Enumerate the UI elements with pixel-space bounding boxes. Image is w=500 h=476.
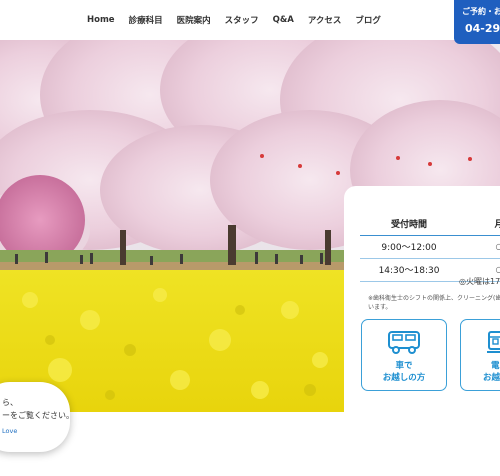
closed-day-note: ◎火曜は17 xyxy=(459,277,500,286)
reservation-box[interactable]: ご予約・お 04-29 xyxy=(454,0,500,44)
reservation-label: ご予約・お xyxy=(462,7,500,16)
nav-blog[interactable]: ブログ xyxy=(348,14,388,26)
chat-bubble[interactable]: ら、 ーをご覧ください。 Love xyxy=(0,382,74,452)
nav-clinic-info[interactable]: 医院案内 xyxy=(170,14,218,26)
hours-table: 受付時間 月 9:00〜12:00 ○ 14:30〜18:30 ○ xyxy=(360,212,500,282)
hours-header-monday: 月 xyxy=(458,212,500,236)
nav-staff[interactable]: スタッフ xyxy=(218,14,266,26)
nav-departments[interactable]: 診療科目 xyxy=(122,14,170,26)
chat-line-2: ーをご覧ください。 xyxy=(2,411,74,420)
train-access-label-1: 電 xyxy=(491,361,500,371)
car-access-button[interactable]: 車で お越しの方 xyxy=(361,319,447,391)
car-icon xyxy=(388,331,420,354)
main-nav: Home 診療科目 医院案内 スタッフ Q&A アクセス ブログ xyxy=(80,0,388,40)
hygienist-note-line1: ※歯科衛生士のシフトの関係上、クリーニング(歯石の xyxy=(368,295,500,302)
train-access-button[interactable]: 電 お越 xyxy=(460,319,500,391)
reservation-phone-number: 04-29 xyxy=(465,22,500,35)
chat-line-1: ら、 xyxy=(2,398,18,407)
train-access-label-2: お越 xyxy=(483,373,500,383)
nav-access[interactable]: アクセス xyxy=(301,14,349,26)
nav-qa[interactable]: Q&A xyxy=(266,15,301,25)
hours-afternoon-time: 14:30〜18:30 xyxy=(360,258,458,282)
reservation-phone[interactable]: 04-29 xyxy=(462,22,500,35)
car-access-label-2: お越しの方 xyxy=(382,373,426,383)
train-icon xyxy=(487,331,500,353)
hours-header-row: 受付時間 月 xyxy=(360,212,500,236)
site-header: Home 診療科目 医院案内 スタッフ Q&A アクセス ブログ xyxy=(0,0,500,40)
hours-morning-time: 9:00〜12:00 xyxy=(360,235,458,259)
nav-home[interactable]: Home xyxy=(80,15,122,25)
chat-link[interactable]: Love xyxy=(2,427,17,435)
hours-header-time: 受付時間 xyxy=(360,212,458,236)
hours-morning-mark: ○ xyxy=(458,235,500,259)
hours-row-morning: 9:00〜12:00 ○ xyxy=(360,235,500,259)
car-access-label-1: 車で xyxy=(395,361,413,371)
hygienist-note-line2: います。 xyxy=(368,304,392,311)
hygienist-note: ※歯科衛生士のシフトの関係上、クリーニング(歯石の います。 xyxy=(368,294,500,312)
page: Home 診療科目 医院案内 スタッフ Q&A アクセス ブログ ご予約・お 0… xyxy=(0,0,500,476)
